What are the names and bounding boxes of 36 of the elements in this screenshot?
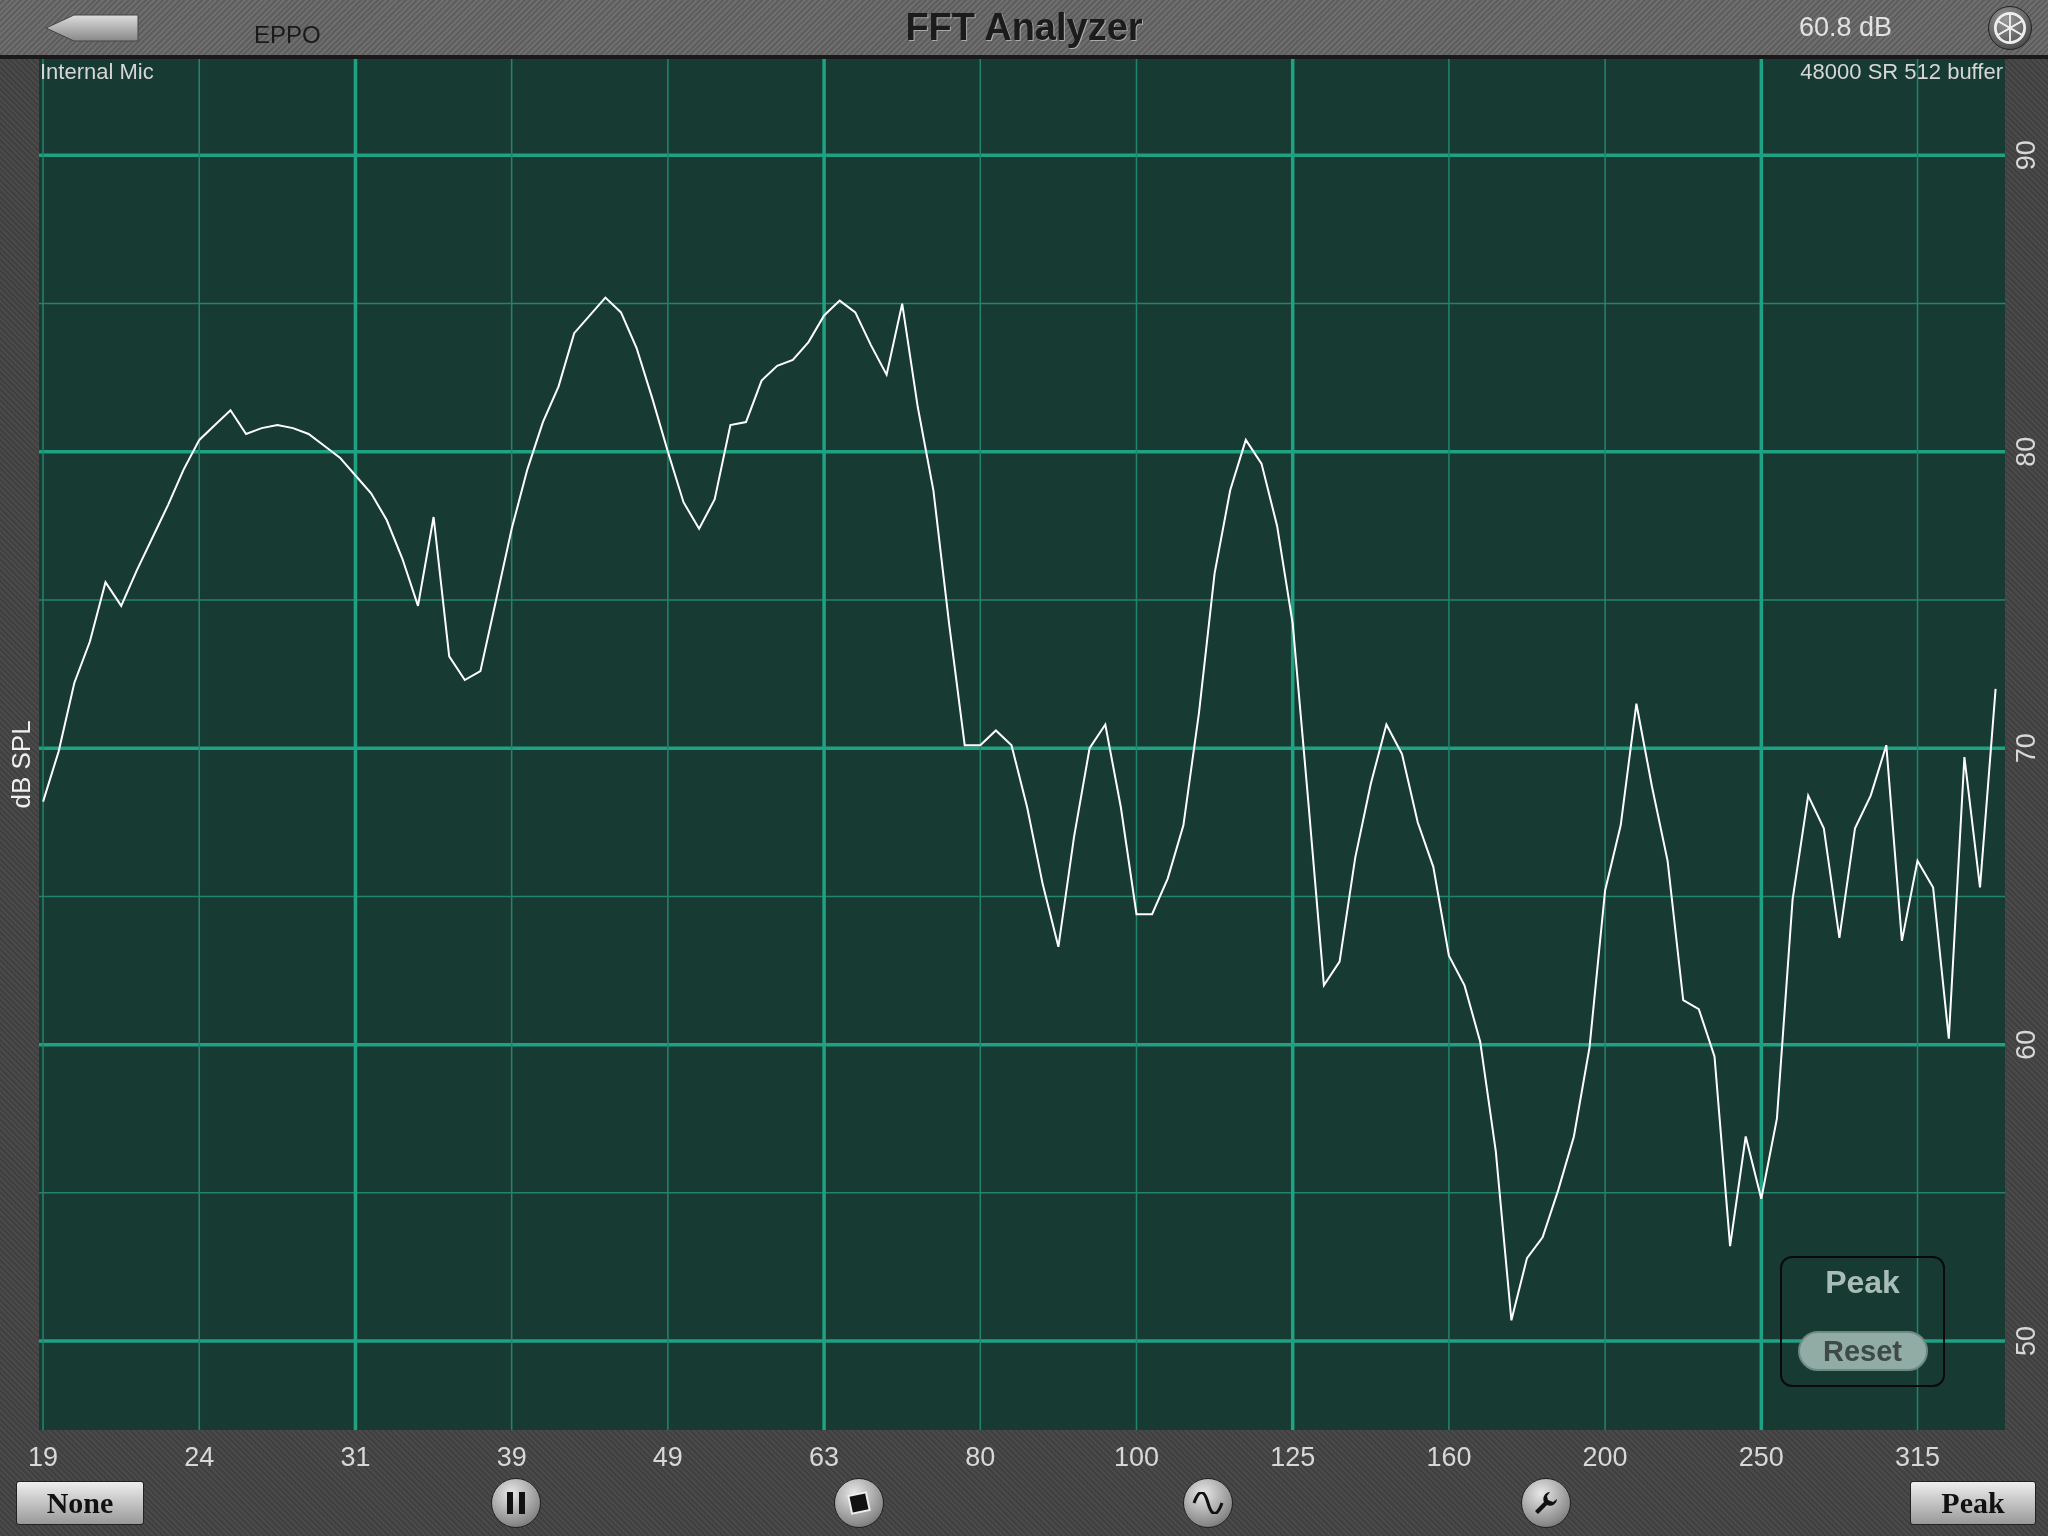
y-tick-label: 70 xyxy=(2011,733,2041,764)
tools-button[interactable] xyxy=(1521,1478,1571,1528)
y-tick-label: 90 xyxy=(2011,140,2041,171)
x-tick-label: 80 xyxy=(965,1442,996,1470)
y-tick-label: 80 xyxy=(2011,436,2041,467)
x-tick-label: 19 xyxy=(28,1442,59,1470)
y-tick-label: 60 xyxy=(2011,1029,2041,1060)
pause-button[interactable] xyxy=(491,1478,541,1528)
x-tick-label: 125 xyxy=(1270,1442,1316,1470)
y-tick-label: 50 xyxy=(2011,1326,2041,1357)
source-label: EPPO xyxy=(254,20,321,49)
sine-wave-button[interactable] xyxy=(1183,1478,1233,1528)
x-tick-label: 315 xyxy=(1895,1442,1941,1470)
x-tick-label: 31 xyxy=(340,1442,371,1470)
x-tick-label: 100 xyxy=(1113,1442,1160,1470)
buffer-info: 48000 SR 512 buffer xyxy=(1800,59,2003,84)
peak-button[interactable]: Peak xyxy=(1910,1481,2036,1525)
window-title: FFT Analyzer xyxy=(905,6,1143,49)
left-arrow-icon xyxy=(44,12,140,43)
x-tick-label: 24 xyxy=(184,1442,215,1470)
reset-button[interactable]: Reset xyxy=(1797,1331,1928,1371)
input-label: Internal Mic xyxy=(40,59,154,84)
y-axis-title: dB SPL xyxy=(6,720,36,809)
x-tick-label: 160 xyxy=(1426,1442,1472,1470)
x-tick-label: 49 xyxy=(652,1442,683,1470)
level-reading: 60.8 dB xyxy=(1798,12,1892,43)
x-tick-label: 250 xyxy=(1738,1442,1784,1470)
settings-button[interactable] xyxy=(1988,5,2032,50)
x-tick-label: 200 xyxy=(1582,1442,1628,1470)
sine-wave-icon xyxy=(1192,1492,1224,1514)
x-tick-label: 63 xyxy=(809,1442,840,1470)
stop-button[interactable] xyxy=(834,1478,884,1528)
pause-icon xyxy=(505,1491,527,1515)
none-button[interactable]: None xyxy=(16,1481,144,1525)
peak-title: Peak xyxy=(1825,1264,1900,1301)
x-tick-label: 39 xyxy=(496,1442,527,1470)
